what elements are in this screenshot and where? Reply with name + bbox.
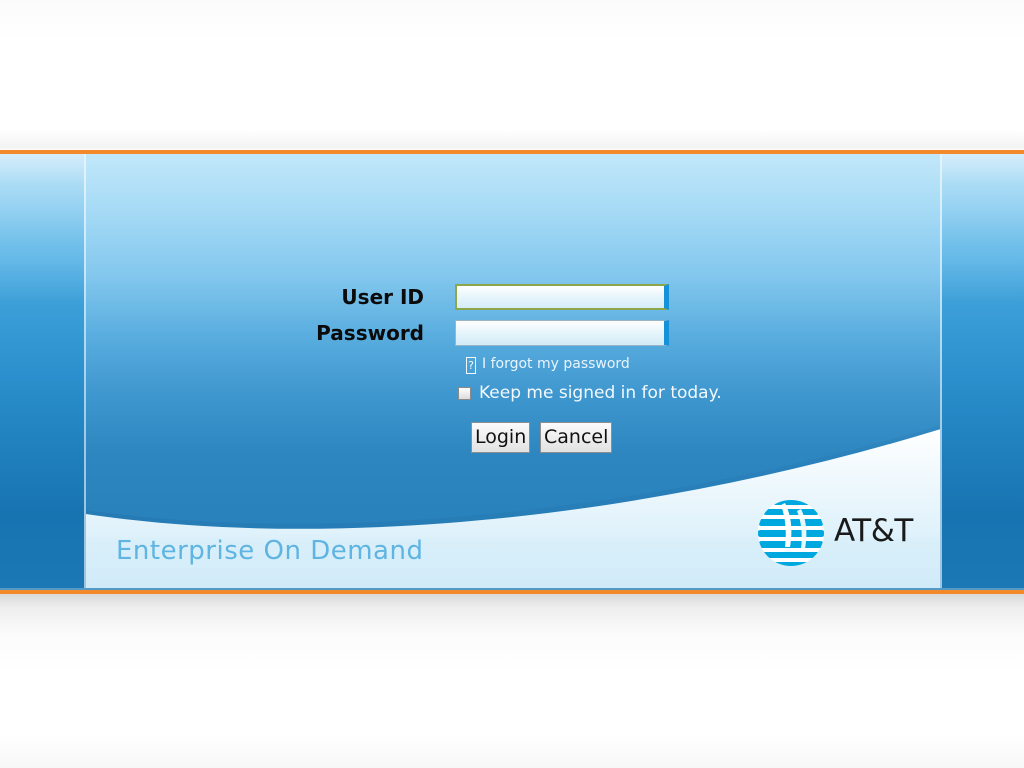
page-background-bottom <box>0 594 1024 768</box>
cancel-button[interactable]: Cancel <box>540 422 613 453</box>
keep-signed-in-label: Keep me signed in for today. <box>479 383 722 403</box>
password-label: Password <box>316 321 424 345</box>
product-name: Enterprise On Demand <box>116 536 424 566</box>
password-input[interactable] <box>455 320 669 346</box>
login-button[interactable]: Login <box>471 422 531 453</box>
att-globe-icon <box>758 500 824 566</box>
forgot-password-link[interactable]: ? I forgot my password <box>466 354 630 374</box>
keep-signed-in-checkbox[interactable] <box>458 386 471 400</box>
help-icon: ? <box>466 357 476 374</box>
user-id-label: User ID <box>341 285 424 309</box>
keep-signed-in-row: Keep me signed in for today. <box>458 383 722 403</box>
user-id-input[interactable] <box>455 284 669 310</box>
company-name: AT&T <box>834 513 913 549</box>
forgot-password-text: I forgot my password <box>482 356 630 372</box>
